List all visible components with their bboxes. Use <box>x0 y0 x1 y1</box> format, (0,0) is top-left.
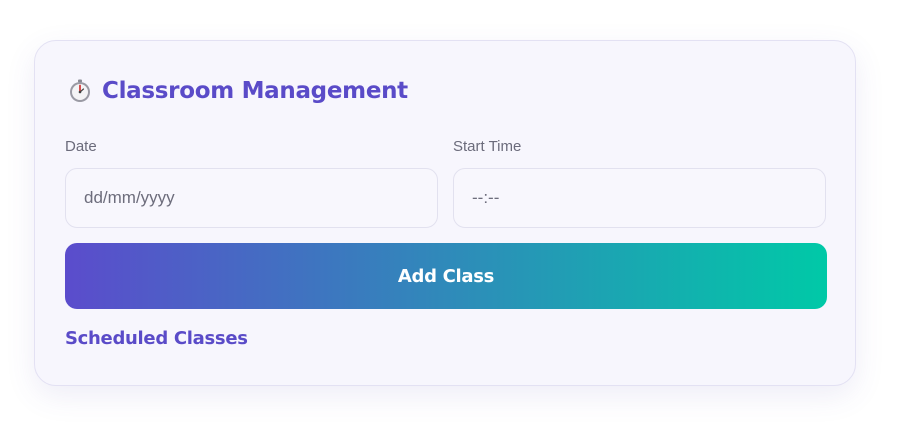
start-time-input[interactable]: --:-- <box>453 168 826 228</box>
page-title: Classroom Management <box>102 78 408 104</box>
start-time-label: Start Time <box>453 138 522 155</box>
card-header: Classroom Management <box>68 76 408 106</box>
date-input[interactable]: dd/mm/yyyy <box>65 168 438 228</box>
classroom-card: Classroom Management Date Start Time dd/… <box>34 40 856 386</box>
date-label: Date <box>65 138 97 155</box>
date-placeholder: dd/mm/yyyy <box>84 188 175 207</box>
add-class-button[interactable]: Add Class <box>65 243 827 309</box>
stopwatch-icon <box>68 79 92 103</box>
time-placeholder: --:-- <box>472 188 500 207</box>
scheduled-classes-heading: Scheduled Classes <box>65 328 248 349</box>
add-class-button-label: Add Class <box>397 265 495 287</box>
